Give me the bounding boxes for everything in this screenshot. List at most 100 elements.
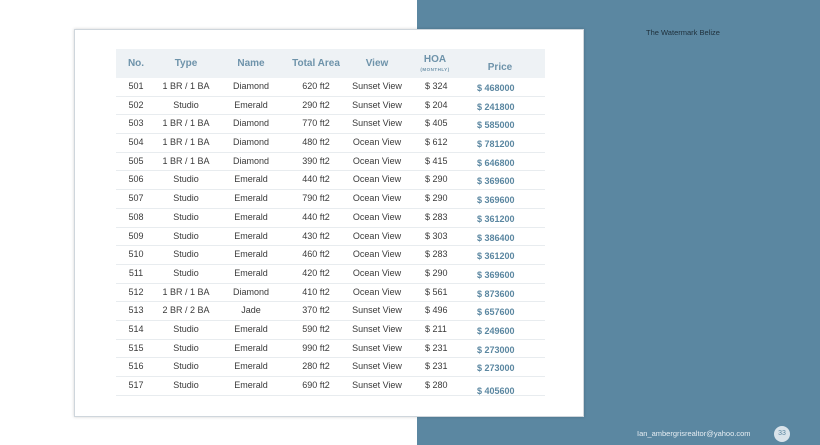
- cell-hoa: $ 280: [425, 380, 448, 390]
- cell-area: 410 ft2: [302, 286, 330, 297]
- header-name: Name: [237, 58, 265, 69]
- cell-view: Ocean View: [352, 286, 402, 297]
- cell-price: $ 273000: [477, 344, 515, 355]
- cell-area: 390 ft2: [302, 155, 330, 166]
- cell-type: Studio: [173, 230, 199, 241]
- cell-price: $ 369600: [477, 195, 515, 206]
- cell-no: 507: [128, 193, 144, 204]
- cell-hoa: $ 496: [425, 305, 448, 316]
- cell-hoa: $ 290: [425, 174, 448, 185]
- cell-price: $ 646800: [477, 157, 515, 168]
- cell-hoa: $ 415: [425, 155, 448, 166]
- cell-no: 513: [128, 305, 144, 316]
- cell-no: 511: [128, 267, 144, 278]
- cell-no: 502: [128, 99, 144, 110]
- cell-no: 512: [128, 286, 144, 297]
- table-row: 515 Studio Emerald 990 ft2 Sunset View $ 231 $…: [116, 340, 545, 359]
- cell-no: 514: [128, 323, 144, 334]
- pricing-card: No. Type Name Total Area View HOA (MONTH…: [74, 29, 584, 417]
- cell-hoa: $ 303: [425, 230, 448, 241]
- cell-hoa: $ 290: [425, 193, 448, 204]
- header-view: View: [365, 58, 389, 69]
- cell-type: Studio: [173, 380, 199, 390]
- cell-area: 620 ft2: [302, 81, 330, 91]
- cell-view: Ocean View: [352, 230, 402, 241]
- cell-type: Studio: [173, 323, 199, 334]
- cell-name: Emerald: [234, 230, 268, 241]
- cell-price: $ 369600: [477, 176, 515, 187]
- table-row: 513 2 BR / 2 BA Jade 370 ft2 Sunset View $ 49…: [116, 302, 545, 321]
- table-row: 502 Studio Emerald 290 ft2 Sunset View $ 204 $…: [116, 97, 545, 116]
- cell-type: 1 BR / 1 BA: [162, 137, 210, 148]
- cell-hoa: $ 211: [425, 323, 447, 334]
- cell-hoa: $ 231: [425, 361, 448, 372]
- cell-hoa: $ 405: [425, 118, 448, 129]
- cell-type: Studio: [173, 249, 199, 260]
- cell-view: Sunset View: [352, 305, 402, 316]
- cell-price: $ 386400: [477, 232, 515, 243]
- cell-view: Sunset View: [352, 342, 402, 353]
- cell-no: 505: [128, 155, 144, 166]
- cell-name: Diamond: [232, 118, 270, 129]
- cell-area: 480 ft2: [302, 137, 330, 148]
- cell-name: Emerald: [234, 342, 268, 353]
- cell-name: Emerald: [234, 380, 268, 390]
- cell-name: Emerald: [234, 323, 268, 334]
- cell-area: 430 ft2: [302, 230, 330, 241]
- cell-name: Diamond: [232, 81, 270, 91]
- table-row: 507 Studio Emerald 790 ft2 Ocean View $ 290 $ …: [116, 190, 545, 209]
- table-body: 501 1 BR / 1 BA Diamond 620 ft2 Sunset View $…: [116, 78, 545, 396]
- cell-name: Emerald: [234, 361, 268, 372]
- cell-view: Sunset View: [352, 81, 402, 91]
- cell-type: 1 BR / 1 BA: [162, 81, 210, 91]
- table-row: 503 1 BR / 1 BA Diamond 770 ft2 Sunset View $…: [116, 115, 545, 135]
- cell-area: 370 ft2: [302, 305, 330, 316]
- header-hoa-sub: (MONTHLY): [420, 67, 450, 72]
- table-row: 510 Studio Emerald 460 ft2 Ocean View $ 283 $ …: [116, 246, 545, 265]
- cell-type: Studio: [173, 342, 199, 353]
- cell-no: 506: [128, 174, 144, 185]
- cell-no: 510: [128, 249, 144, 260]
- cell-name: Emerald: [234, 249, 268, 260]
- cell-type: 2 BR / 2 BA: [162, 305, 210, 316]
- cell-type: Studio: [173, 211, 199, 222]
- cell-name: Diamond: [232, 137, 270, 148]
- cell-price: $ 361200: [477, 213, 515, 224]
- cell-hoa: $ 612: [425, 137, 448, 148]
- header-type: Type: [174, 58, 198, 69]
- header-total-area: Total Area: [292, 58, 340, 69]
- table-row: 511 Studio Emerald 420 ft2 Ocean View $ 290 $ …: [116, 265, 545, 284]
- cell-price: $ 361200: [477, 251, 515, 262]
- cell-area: 590 ft2: [302, 323, 330, 334]
- table-row: 512 1 BR / 1 BA Diamond 410 ft2 Ocean View $ …: [116, 284, 545, 303]
- cell-name: Emerald: [234, 211, 268, 222]
- cell-area: 690 ft2: [302, 380, 330, 390]
- cell-name: Emerald: [234, 99, 268, 110]
- cell-price: $ 657600: [477, 307, 515, 318]
- cell-area: 790 ft2: [302, 193, 330, 204]
- cell-name: Diamond: [232, 155, 270, 166]
- cell-type: Studio: [173, 267, 199, 278]
- cell-hoa: $ 231: [425, 342, 448, 353]
- cell-hoa: $ 283: [425, 249, 448, 260]
- table-row: 514 Studio Emerald 590 ft2 Sunset View $ 211 $…: [116, 321, 545, 340]
- cell-view: Ocean View: [352, 211, 402, 222]
- cell-area: 290 ft2: [302, 99, 330, 110]
- cell-price: $ 585000: [477, 120, 515, 131]
- cell-view: Ocean View: [352, 249, 402, 260]
- header-no: No.: [127, 58, 145, 69]
- cell-name: Emerald: [234, 193, 268, 204]
- cell-view: Sunset View: [352, 323, 402, 334]
- cell-price: $ 249600: [477, 325, 515, 336]
- cell-price: $ 241800: [477, 101, 515, 112]
- page-number-badge: 33: [774, 426, 790, 442]
- cell-no: 508: [128, 211, 144, 222]
- cell-view: Ocean View: [352, 155, 402, 166]
- cell-no: 509: [128, 230, 144, 241]
- cell-type: Studio: [173, 99, 199, 110]
- table-row: 508 Studio Emerald 440 ft2 Ocean View $ 283 $ …: [116, 209, 545, 228]
- table-header: No. Type Name Total Area View HOA (MONTH…: [116, 49, 545, 78]
- table-row: 516 Studio Emerald 280 ft2 Sunset View $ 231 $…: [116, 358, 545, 377]
- cell-no: 516: [128, 361, 144, 372]
- cell-view: Ocean View: [352, 193, 402, 204]
